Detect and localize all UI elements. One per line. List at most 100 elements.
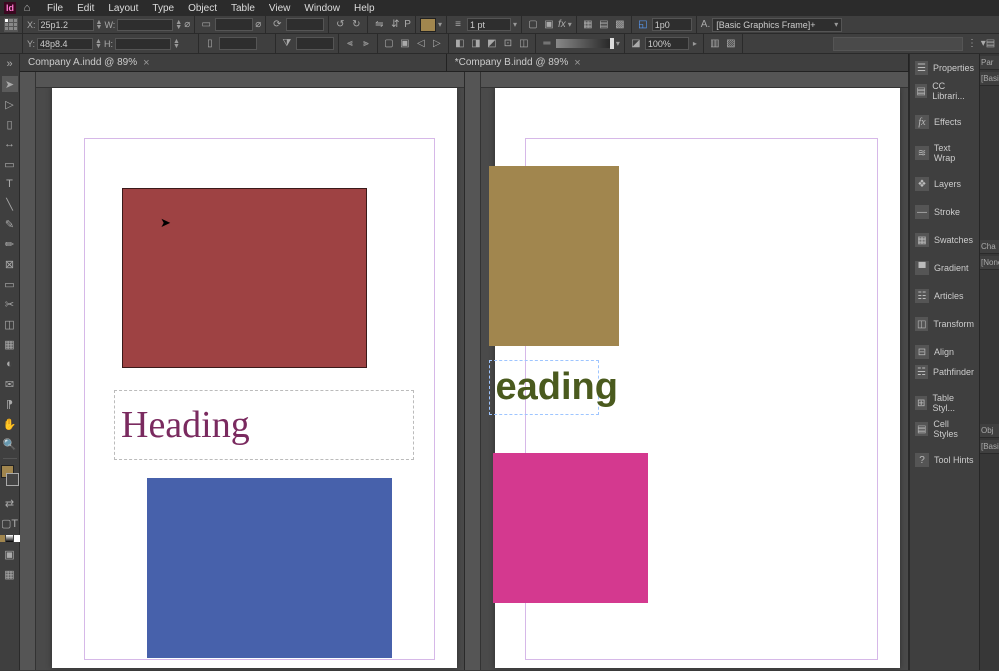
textwrap-shape-icon[interactable]: ▩ [613,18,627,32]
scale-y-input[interactable] [219,37,257,50]
shear-input[interactable] [296,37,334,50]
rectangle-tool-icon[interactable]: ▭ [2,276,18,292]
stroke-weight-input[interactable] [467,18,511,31]
panel-cell-styles[interactable]: ▤Cell Styles [910,416,979,442]
h-spinner[interactable]: ▲▼ [173,39,180,49]
close-icon[interactable]: × [143,57,149,69]
panel-swatches[interactable]: ▦Swatches [910,230,979,250]
constrain-wh-icon[interactable]: ⌀ [184,19,190,30]
gradient-swatch-tool-icon[interactable]: ▦ [2,336,18,352]
zoom-tool-icon[interactable]: 🔍 [2,436,18,452]
chip-paragraph-styles[interactable]: Par [980,56,999,70]
drop-shadow-icon[interactable]: ▣ [542,18,556,32]
panel-align[interactable]: ⊟Align [910,342,979,362]
panel-gradient[interactable]: ▀Gradient [910,258,979,278]
apply-gradient-icon[interactable] [6,535,13,542]
selection-tool-icon[interactable]: ➤ [2,76,18,92]
rect-b-magenta[interactable] [493,453,648,603]
default-fs-icon[interactable]: ⇄ [2,495,18,511]
ruler-horizontal[interactable] [36,72,464,88]
doc-a-view[interactable]: Heading ➤ [20,72,465,670]
w-input[interactable] [117,19,173,31]
ruler-vertical[interactable] [20,72,36,670]
scale-x-icon[interactable]: ▭ [199,18,213,32]
kebab-icon[interactable]: ▾▤ [981,37,995,51]
shear-icon[interactable]: ⧩ [280,37,294,51]
menu-object[interactable]: Object [181,3,224,14]
y-spinner[interactable]: ▲▼ [95,39,102,49]
stroke-slider[interactable] [556,39,614,48]
menu-window[interactable]: Window [297,3,347,14]
app-icon[interactable]: Id [4,2,16,14]
fit-frame-icon[interactable]: ◩ [485,37,499,51]
panel-layers[interactable]: ❖Layers [910,174,979,194]
chip-basic-graphics[interactable]: [Basic G [980,440,999,454]
autofit-icon[interactable]: ◫ [517,37,531,51]
chip-char-styles[interactable]: Cha [980,240,999,254]
line-tool-icon[interactable]: ╲ [2,196,18,212]
rect-a-red[interactable] [122,188,367,368]
heading-frame-b[interactable]: eading [489,360,599,415]
rotate-ccw-icon[interactable]: ↺ [333,18,347,32]
flip-h-icon[interactable]: ⇋ [372,18,386,32]
fill-swatch[interactable] [420,18,436,32]
menu-edit[interactable]: Edit [70,3,101,14]
panel-articles[interactable]: ☷Articles [910,286,979,306]
page-tool-icon[interactable]: ▯ [2,116,18,132]
doc-b-view[interactable]: eading [465,72,910,670]
panel-stroke[interactable]: —Stroke [910,202,979,222]
textwrap-none-icon[interactable]: ▦ [581,18,595,32]
fill-stroke-swatch[interactable] [1,465,19,491]
pencil-tool-icon[interactable]: ✏ [2,236,18,252]
stroke-slider-dropdown-icon[interactable]: ▾ [616,39,620,48]
collapse-arrow-icon[interactable]: » [2,56,18,72]
view-mode-normal-icon[interactable]: ▣ [2,546,18,562]
scale-x-input[interactable] [215,18,253,31]
select-container-icon[interactable]: ▢ [382,37,396,51]
panel-cc-libraries[interactable]: ▤CC Librari... [910,78,979,104]
stroke-weight-dropdown-icon[interactable]: ▾ [513,20,517,29]
home-icon[interactable]: ⌂ [20,1,34,15]
scale-y-icon[interactable]: ▯ [203,37,217,51]
align-r-icon[interactable]: ⫸ [359,37,373,51]
menu-file[interactable]: File [40,3,70,14]
ruler-horizontal[interactable] [481,72,909,88]
apply-color-icon[interactable] [0,535,5,542]
heading-frame-a[interactable]: Heading [114,390,414,460]
page-a[interactable]: Heading ➤ [52,88,457,668]
menu-layout[interactable]: Layout [101,3,145,14]
y-input[interactable] [37,38,93,50]
fx-dropdown-icon[interactable]: ▾ [568,20,572,29]
direct-selection-tool-icon[interactable]: ▷ [2,96,18,112]
x-spinner[interactable]: ▲▼ [96,20,103,30]
panel-effects[interactable]: fxEffects [910,112,979,132]
rect-a-blue[interactable] [147,478,392,658]
ruler-vertical[interactable] [465,72,481,670]
center-content-icon[interactable]: ⊡ [501,37,515,51]
content-collector-icon[interactable]: ▭ [2,156,18,172]
select-content-icon[interactable]: ▣ [398,37,412,51]
align-l-icon[interactable]: ⫷ [343,37,357,51]
effects-icon[interactable]: ▢ [526,18,540,32]
opacity-input[interactable] [645,37,689,50]
corner-type-icon[interactable]: ◱ [636,18,650,32]
quick-apply-box[interactable] [833,37,963,51]
textwrap-jump-icon[interactable]: ▥ [708,37,722,51]
gradient-feather-icon[interactable]: ◐ [2,356,18,372]
flip-v-icon[interactable]: ⇵ [388,18,402,32]
doc-tab-a[interactable]: Company A.indd @ 89% × [20,54,447,71]
menu-type[interactable]: Type [145,3,181,14]
panel-transform[interactable]: ◫Transform [910,314,979,334]
rotate-icon[interactable]: ⟳ [270,18,284,32]
rectangle-frame-icon[interactable]: ⊠ [2,256,18,272]
chip-basic-paragraph[interactable]: [Basic P [980,72,999,86]
pen-tool-icon[interactable]: ✎ [2,216,18,232]
panel-properties[interactable]: ☰Properties [910,58,979,78]
constrain-scale-icon[interactable]: ⌀ [255,19,261,30]
eyedropper-tool-icon[interactable]: ⁋ [2,396,18,412]
textwrap-next-icon[interactable]: ▨ [724,37,738,51]
fill-frame-icon[interactable]: ◧ [453,37,467,51]
free-transform-icon[interactable]: ◫ [2,316,18,332]
panel-table-styles[interactable]: ⊞Table Styl... [910,390,979,416]
opacity-dropdown-icon[interactable]: ▸ [691,38,699,50]
